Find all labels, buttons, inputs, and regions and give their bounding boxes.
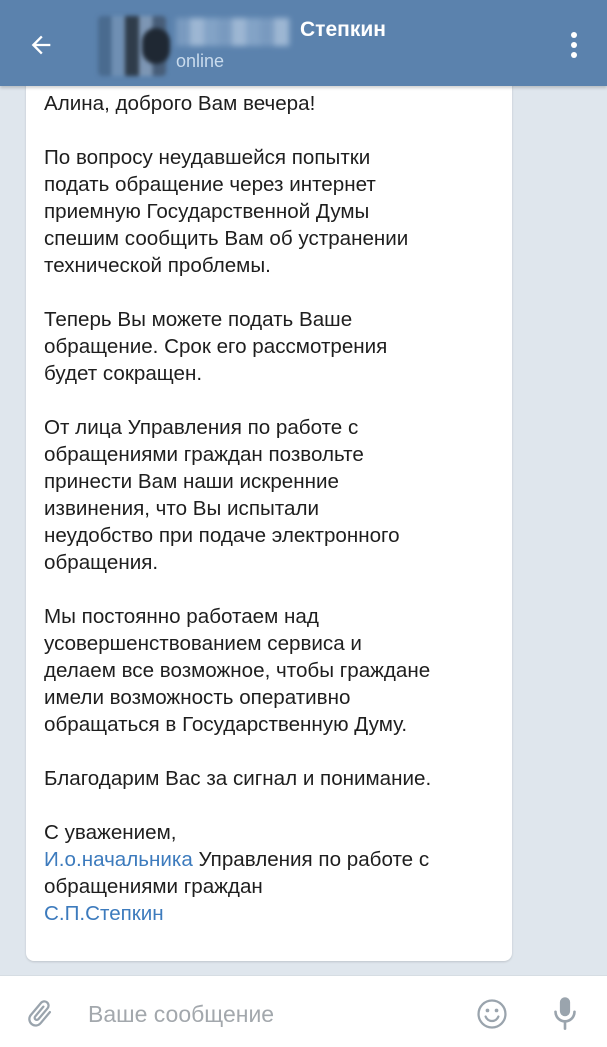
message-paragraph-5: Благодарим Вас за сигнал и понимание. [44, 767, 432, 790]
smiley-icon [477, 999, 507, 1029]
microphone-button[interactable] [545, 992, 585, 1036]
message-paragraph-1: По вопросу неудавшейся попытки подать об… [44, 146, 409, 277]
blurred-name [176, 18, 290, 46]
online-status: online [176, 51, 225, 71]
message-bubble[interactable]: Алина, доброго Вам вечера! По вопросу не… [26, 78, 512, 961]
more-vertical-icon [571, 32, 577, 58]
arrow-left-icon [31, 35, 51, 55]
message-input[interactable] [88, 994, 458, 1034]
microphone-icon [554, 997, 576, 1030]
message-paragraph-2: Теперь Вы можете подать Ваше обращение. … [44, 308, 388, 385]
avatar-detail [142, 28, 170, 64]
message-signature: С уважением, И.о.начальника Управления п… [44, 821, 430, 925]
message-paragraph-4: Мы постоянно работаем над усовершенствов… [44, 605, 431, 736]
message-greeting: Алина, доброго Вам вечера! [44, 92, 316, 115]
chat-header: Степкин online [0, 0, 607, 86]
message-paragraph-3: От лица Управления по работе с обращения… [44, 416, 400, 574]
emoji-button[interactable] [472, 994, 512, 1034]
name-link[interactable]: С.П.Степкин [44, 902, 164, 925]
chat-title[interactable]: Степкин [300, 18, 386, 42]
title-link[interactable]: И.о.начальника [44, 848, 193, 871]
paperclip-icon [28, 1000, 52, 1027]
message-input-bar [0, 975, 607, 1047]
back-button[interactable] [18, 22, 64, 68]
menu-button[interactable] [559, 24, 589, 66]
attach-button[interactable] [20, 994, 60, 1034]
